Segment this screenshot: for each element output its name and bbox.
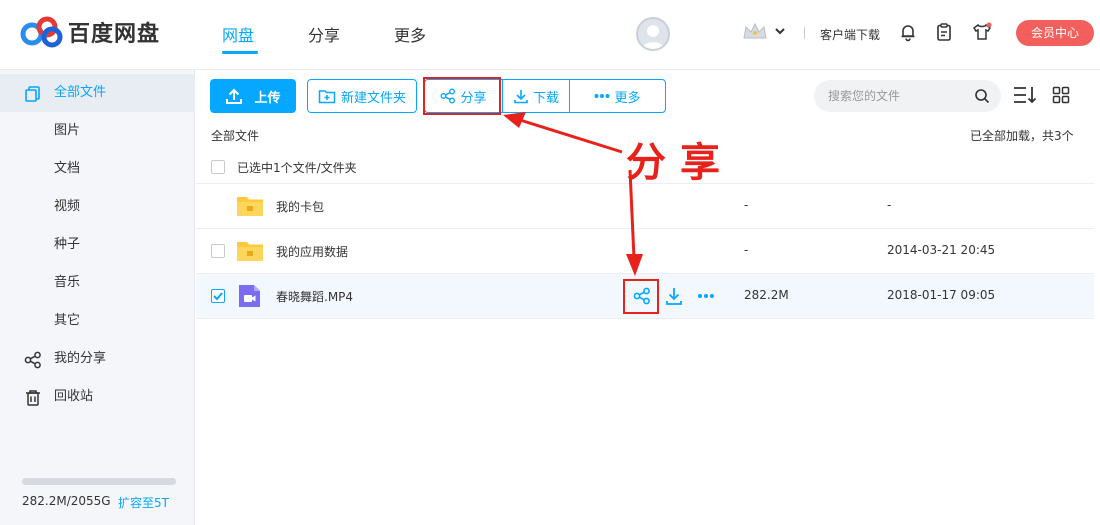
table-row[interactable]: 我的应用数据 - 2014-03-21 20:45 bbox=[196, 229, 1094, 274]
folder-icon bbox=[237, 197, 263, 216]
upload-icon bbox=[226, 88, 243, 104]
folder-icon bbox=[237, 242, 263, 261]
annotation-box-toolbar-share bbox=[423, 77, 501, 115]
file-size: 282.2M bbox=[744, 288, 789, 302]
expand-storage-link[interactable]: 扩容至5T bbox=[118, 494, 169, 511]
share-icon bbox=[24, 351, 41, 369]
trash-icon bbox=[26, 390, 40, 406]
sidebar-item-label: 种子 bbox=[54, 237, 81, 252]
clipboard-icon[interactable] bbox=[934, 22, 954, 42]
sidebar-item-documents[interactable]: 文档 bbox=[0, 150, 195, 188]
sidebar-item-torrents[interactable]: 种子 bbox=[0, 226, 195, 264]
sidebar-item-label: 视频 bbox=[54, 199, 81, 214]
upload-button-label: 上传 bbox=[254, 90, 281, 106]
arrow-to-toolbar-share bbox=[519, 118, 623, 154]
search-box bbox=[814, 80, 1001, 112]
file-size: - bbox=[744, 198, 749, 212]
more-dots-icon bbox=[594, 94, 610, 98]
table-row[interactable]: 我的卡包 - - bbox=[196, 184, 1094, 229]
storage-quota-text: 282.2M/2055G bbox=[22, 494, 111, 508]
more-button[interactable]: 更多 bbox=[570, 80, 665, 112]
download-button[interactable]: 下载 bbox=[503, 80, 569, 112]
sidebar: 全部文件 图片 文档 视频 种子 音乐 其它 我的分享 回收站 282.2M/2… bbox=[0, 70, 195, 525]
main-nav: 网盘 分享 更多 bbox=[222, 0, 480, 70]
baidu-cloud-logo-icon bbox=[20, 16, 63, 48]
sidebar-item-other[interactable]: 其它 bbox=[0, 302, 195, 340]
sidebar-item-label: 文档 bbox=[54, 161, 81, 176]
download-button-label: 下载 bbox=[532, 90, 559, 106]
storage-quota-bar bbox=[22, 478, 176, 485]
select-all-checkbox[interactable] bbox=[211, 160, 225, 174]
avatar[interactable] bbox=[636, 17, 670, 51]
search-input[interactable] bbox=[828, 87, 968, 105]
more-button-label: 更多 bbox=[614, 90, 641, 106]
logo[interactable]: 百度网盘 bbox=[20, 16, 160, 48]
new-folder-icon bbox=[318, 90, 336, 104]
file-date: - bbox=[887, 198, 892, 212]
checkmark-icon bbox=[213, 292, 223, 301]
file-date: 2018-01-17 09:05 bbox=[887, 288, 996, 302]
selection-status: 已选中1个文件/文件夹 bbox=[237, 161, 357, 175]
client-download-link[interactable]: 客户端下载 bbox=[820, 26, 880, 43]
loaded-status: 已全部加载，共3个 bbox=[970, 129, 1074, 143]
file-date: 2014-03-21 20:45 bbox=[887, 243, 996, 257]
sidebar-item-my-shares[interactable]: 我的分享 bbox=[0, 340, 195, 378]
row-checkbox[interactable] bbox=[211, 289, 225, 303]
sidebar-item-label: 音乐 bbox=[54, 275, 81, 290]
file-name[interactable]: 我的应用数据 bbox=[276, 243, 348, 260]
more-dots-icon[interactable] bbox=[696, 286, 716, 306]
vip-center-button[interactable]: 会员中心 bbox=[1016, 20, 1094, 46]
sidebar-item-all-files[interactable]: 全部文件 bbox=[0, 74, 195, 112]
file-name[interactable]: 我的卡包 bbox=[276, 198, 324, 215]
new-folder-button-label: 新建文件夹 bbox=[340, 90, 406, 106]
sidebar-item-label: 我的分享 bbox=[54, 351, 107, 366]
sidebar-item-label: 其它 bbox=[54, 313, 81, 328]
new-folder-button[interactable]: 新建文件夹 bbox=[307, 79, 417, 113]
sidebar-item-label: 全部文件 bbox=[54, 85, 107, 100]
upload-button[interactable]: 上传 bbox=[210, 79, 296, 113]
annotation-label: 分享 bbox=[626, 140, 734, 186]
sidebar-item-videos[interactable]: 视频 bbox=[0, 188, 195, 226]
sidebar-item-label: 回收站 bbox=[54, 389, 94, 404]
chevron-down-icon[interactable] bbox=[774, 25, 786, 37]
arrow-head-icon bbox=[503, 112, 526, 128]
files-icon bbox=[25, 86, 40, 102]
file-size: - bbox=[744, 243, 749, 257]
tshirt-icon[interactable] bbox=[972, 22, 992, 42]
sidebar-item-label: 图片 bbox=[54, 123, 81, 138]
bell-icon[interactable] bbox=[898, 22, 918, 42]
download-icon bbox=[514, 90, 528, 104]
annotation-box-row-share bbox=[623, 279, 659, 314]
nav-netdisk[interactable]: 网盘 bbox=[222, 0, 308, 70]
nav-more[interactable]: 更多 bbox=[394, 0, 480, 70]
file-name[interactable]: 春晓舞蹈.MP4 bbox=[276, 288, 353, 305]
top-bar: 百度网盘 网盘 分享 更多 客户端下载 会员中心 bbox=[0, 0, 1100, 70]
divider bbox=[804, 27, 805, 39]
search-icon[interactable] bbox=[974, 88, 990, 104]
sidebar-item-music[interactable]: 音乐 bbox=[0, 264, 195, 302]
download-icon[interactable] bbox=[664, 286, 684, 306]
sort-icon[interactable] bbox=[1012, 84, 1038, 106]
breadcrumb[interactable]: 全部文件 bbox=[211, 127, 259, 144]
user-avatar-icon bbox=[642, 25, 664, 49]
grid-view-icon[interactable] bbox=[1052, 86, 1070, 104]
row-checkbox[interactable] bbox=[211, 244, 225, 258]
crown-icon[interactable] bbox=[742, 22, 768, 42]
sidebar-item-recycle-bin[interactable]: 回收站 bbox=[0, 378, 195, 416]
app-name: 百度网盘 bbox=[68, 22, 161, 47]
nav-share[interactable]: 分享 bbox=[308, 0, 394, 70]
sidebar-item-images[interactable]: 图片 bbox=[0, 112, 195, 150]
video-file-icon bbox=[239, 285, 260, 307]
